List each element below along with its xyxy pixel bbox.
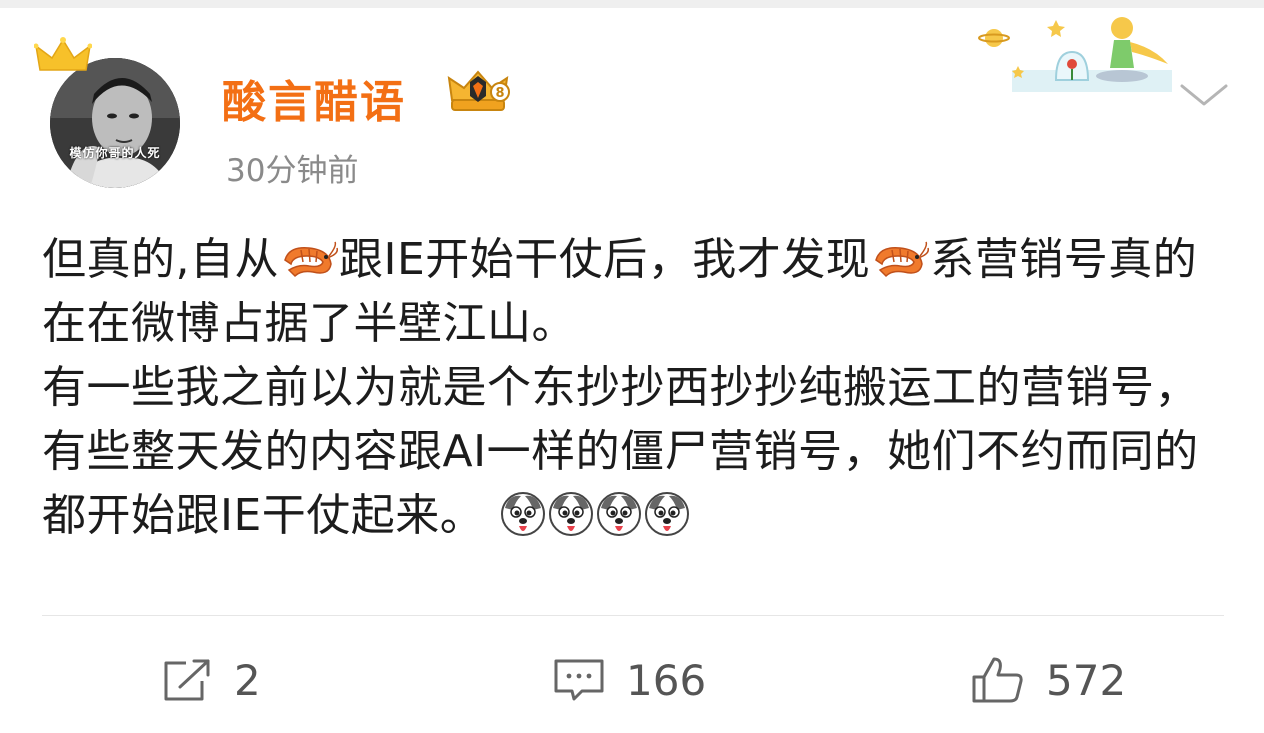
thumbs-up-icon [972, 657, 1023, 703]
shrimp-emoji-icon [875, 241, 930, 278]
crown-badge-icon [34, 37, 92, 71]
repost-count: 2 [234, 655, 261, 705]
comment-icon [554, 659, 604, 701]
avatar-caption: 模仿你哥的人死 [69, 146, 161, 160]
little-prince-decoration-icon [978, 17, 1172, 92]
shrimp-emoji-icon [284, 241, 339, 278]
post-paragraph-2: 有一些我之前以为就是个东抄抄西抄抄纯搬运工的营销号，有些整天发的内容跟AI一样的… [42, 356, 1232, 548]
repost-button[interactable]: 2 [160, 650, 261, 710]
post-paragraph-1: 但真的,自从 跟IE开始干仗后，我才发现 系营销号真的在在微博占据了半壁江山。 [42, 228, 1232, 356]
divider [42, 615, 1224, 616]
post-timestamp: 30分钟前 [226, 153, 359, 189]
husky-emoji-icon [548, 492, 593, 536]
svg-text:8: 8 [495, 86, 504, 101]
comment-count: 166 [626, 655, 707, 705]
repost-icon [164, 659, 210, 701]
post-text: 但真的,自从 跟IE开始干仗后，我才发现 系营销号真的在在微博占据了半壁江山。 … [42, 228, 1232, 548]
username[interactable]: 酸言醋语 [222, 66, 406, 130]
husky-emoji-group [484, 490, 691, 541]
husky-emoji-icon [500, 492, 545, 536]
post-text-segment: 跟IE开始干仗后，我才发现 [339, 234, 871, 285]
husky-emoji-icon [644, 492, 689, 536]
chevron-down-icon[interactable] [1176, 76, 1232, 112]
like-count: 572 [1046, 655, 1127, 705]
like-button[interactable]: 572 [970, 650, 1126, 710]
post-text-segment: 但真的,自从 [42, 234, 279, 285]
comment-button[interactable]: 166 [552, 650, 706, 710]
crown-vip-badge-icon[interactable]: 8 [446, 68, 510, 118]
husky-emoji-icon [596, 492, 641, 536]
